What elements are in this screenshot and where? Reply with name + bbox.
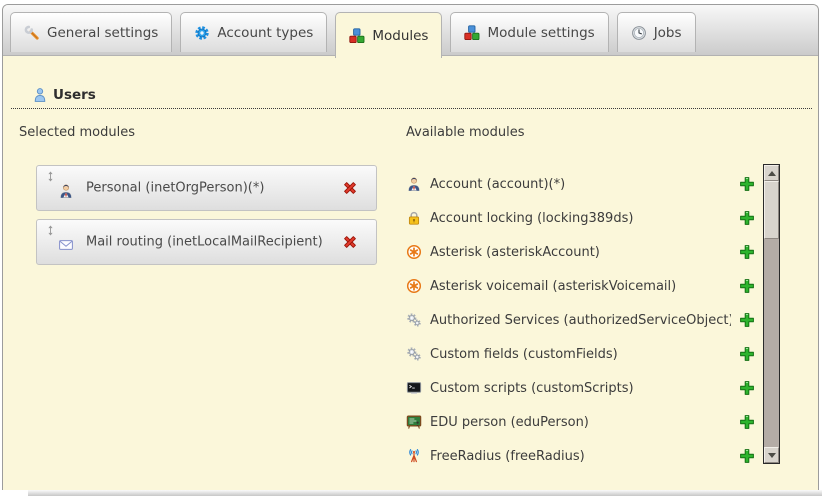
page-bottom-edge [28,490,822,496]
available-modules-list: Account (account)(*) Account locking (loc… [406,167,755,473]
plus-icon [739,312,755,328]
triangle-down-icon [768,453,776,458]
asterisk-icon [406,278,422,294]
scrollbar-thumb[interactable] [764,181,779,239]
gears-icon [406,312,422,328]
add-module-button[interactable] [739,346,755,362]
drag-icon [45,225,56,236]
plus-icon [739,414,755,430]
selected-module-card[interactable]: Mail routing (inetLocalMailRecipient) [36,219,377,265]
plus-icon [739,210,755,226]
chalkboard-icon [406,414,422,430]
modules-icon [464,25,480,41]
terminal-icon [406,380,422,396]
add-module-button[interactable] [739,414,755,430]
tab-account-types[interactable]: Account types [180,12,327,52]
remove-module-button[interactable] [342,234,358,250]
available-module-row: Custom scripts (customScripts) [406,371,755,405]
triangle-up-icon [768,171,776,176]
user-icon [32,87,48,103]
available-module-row: FreeRadius (freeRadius) [406,439,755,473]
plus-icon [739,380,755,396]
lock-icon [406,210,422,226]
antenna-icon [406,448,422,464]
tab-label: Account types [217,25,313,41]
available-module-label: Account (account)(*) [430,177,731,192]
available-module-row: Custom fields (customFields) [406,337,755,371]
selected-module-label: Personal (inetOrgPerson)(*) [86,181,264,196]
x-icon [342,234,358,250]
drag-handle[interactable] [45,225,56,236]
add-module-button[interactable] [739,380,755,396]
tab-module-settings[interactable]: Module settings [450,12,608,52]
wrench-icon [24,25,40,41]
asterisk-icon [406,244,422,260]
drag-handle[interactable] [45,171,56,182]
x-icon [342,180,358,196]
tab-label: General settings [47,25,158,41]
users-section-heading: Users [11,87,812,109]
person-icon [406,176,422,192]
available-module-label: FreeRadius (freeRadius) [430,449,731,464]
scroll-up-button[interactable] [764,165,779,181]
available-module-label: Asterisk voicemail (asteriskVoicemail) [430,279,731,294]
tab-general-settings[interactable]: General settings [10,12,172,52]
drag-icon [45,171,56,182]
tab-label: Module settings [487,25,594,41]
person-icon [58,183,74,199]
plus-icon [739,244,755,260]
available-module-row: Asterisk (asteriskAccount) [406,235,755,269]
modules-tab-content: Users Selected modules Available modules… [3,57,818,490]
tab-modules[interactable]: Modules [335,12,442,58]
available-module-label: Custom scripts (customScripts) [430,381,731,396]
clock-icon [631,25,647,41]
scrollbar[interactable] [763,164,780,464]
selected-modules-list: Personal (inetOrgPerson)(*) Mail routing … [36,165,377,273]
selected-module-card[interactable]: Personal (inetOrgPerson)(*) [36,165,377,211]
available-module-label: EDU person (eduPerson) [430,415,731,430]
add-module-button[interactable] [739,312,755,328]
add-module-button[interactable] [739,448,755,464]
available-module-row: Account (account)(*) [406,167,755,201]
gears-icon [406,346,422,362]
gear-icon [194,25,210,41]
add-module-button[interactable] [739,278,755,294]
plus-icon [739,278,755,294]
available-module-row: EDU person (eduPerson) [406,405,755,439]
available-module-label: Account locking (locking389ds) [430,211,731,226]
plus-icon [739,448,755,464]
available-module-row: Asterisk voicemail (asteriskVoicemail) [406,269,755,303]
selected-modules-label: Selected modules [19,125,135,140]
add-module-button[interactable] [739,176,755,192]
plus-icon [739,346,755,362]
available-module-label: Custom fields (customFields) [430,347,731,362]
section-title: Users [53,87,96,103]
available-module-label: Asterisk (asteriskAccount) [430,245,731,260]
available-module-label: Authorized Services (authorizedServiceOb… [430,313,731,328]
modules-icon [349,28,365,44]
tab-label: Jobs [654,25,682,41]
add-module-button[interactable] [739,210,755,226]
mail-icon [58,237,74,253]
available-module-row: Account locking (locking389ds) [406,201,755,235]
scroll-down-button[interactable] [764,447,779,463]
remove-module-button[interactable] [342,180,358,196]
tab-bar: General settings Account types Modules Modu… [3,5,818,56]
add-module-button[interactable] [739,244,755,260]
available-module-row: Authorized Services (authorizedServiceOb… [406,303,755,337]
plus-icon [739,176,755,192]
selected-module-label: Mail routing (inetLocalMailRecipient) [86,235,323,250]
settings-window: General settings Account types Modules Modu… [2,4,819,490]
tab-label: Modules [372,28,428,44]
tab-jobs[interactable]: Jobs [617,12,696,52]
available-modules-label: Available modules [406,125,524,140]
